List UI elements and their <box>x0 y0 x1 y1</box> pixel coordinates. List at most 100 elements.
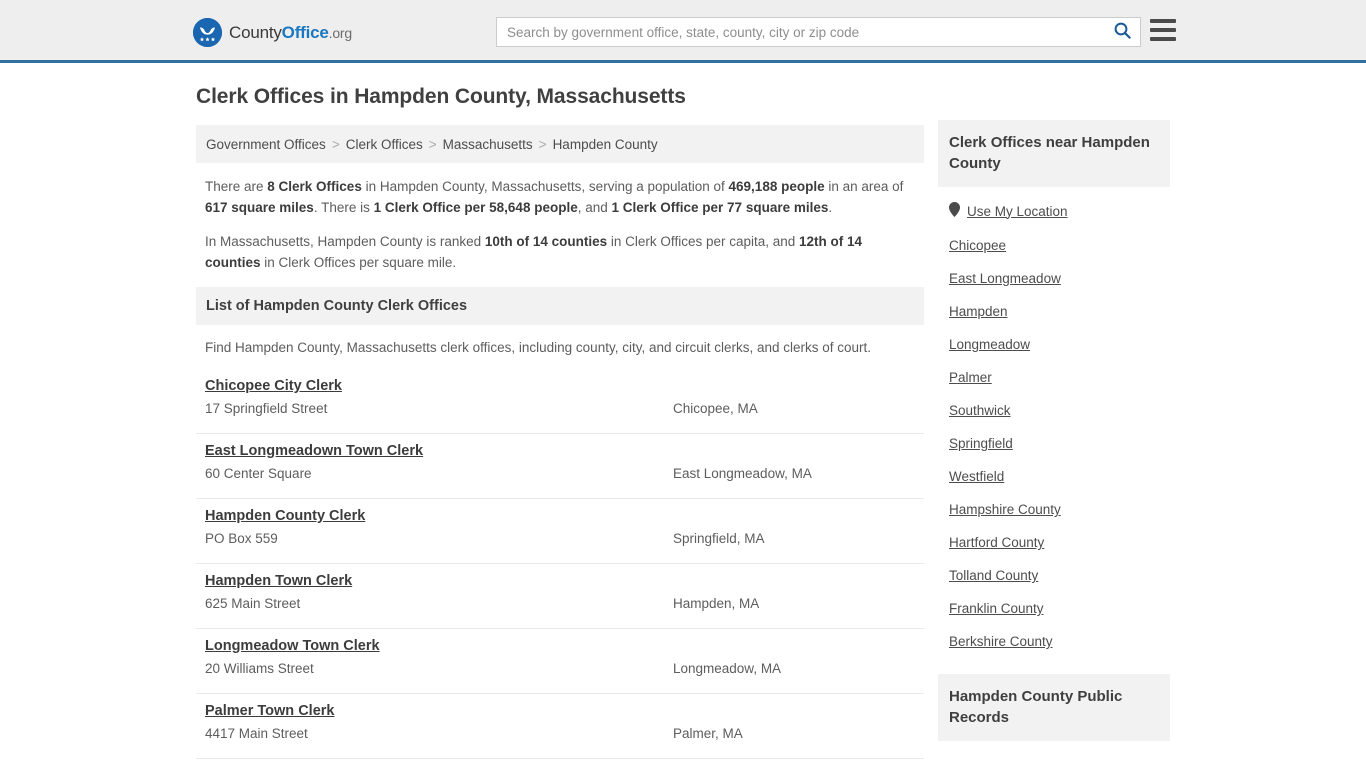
stat-text: in an area of <box>824 179 904 194</box>
public-records-panel-title: Hampden County Public Records <box>949 688 1123 726</box>
logo-text-office: Office <box>281 23 329 42</box>
clerk-office-name-link[interactable]: Chicopee City Clerk <box>205 378 342 394</box>
menu-bar-1 <box>1150 19 1176 23</box>
nearby-offices-panel-header: Clerk Offices near Hampden County <box>938 120 1170 187</box>
list-section-title: List of Hampden County Clerk Offices <box>206 297 468 314</box>
stat-population: 469,188 people <box>728 179 825 194</box>
clerk-office-address: 20 Williams Street <box>205 660 314 676</box>
clerk-office-name-link[interactable]: Hampden County Clerk <box>205 508 365 524</box>
sidebar: Clerk Offices near Hampden County Use My… <box>938 120 1170 757</box>
clerk-office-details: 60 Center Square East Longmeadow, MA <box>205 466 915 481</box>
sidebar-link-longmeadow[interactable]: Longmeadow <box>938 328 1170 361</box>
breadcrumb: Government Offices > Clerk Offices > Mas… <box>196 125 924 163</box>
nearby-links-list: Chicopee East Longmeadow Hampden Longmeadow… <box>938 229 1170 658</box>
stat-per-capita: 1 Clerk Office per 58,648 people <box>373 199 578 215</box>
sidebar-link-tolland-county[interactable]: Tolland County <box>938 559 1170 592</box>
clerk-office-city: Hampden, MA <box>673 595 760 611</box>
eagle-stars-logo-icon <box>193 18 222 47</box>
stat-area: 617 square miles <box>205 199 314 215</box>
stat-per-area: 1 Clerk Office per 77 square miles <box>611 199 829 215</box>
stat-text: There are <box>205 179 268 194</box>
stat-text: In Massachusetts, Hampden County is rank… <box>205 233 485 249</box>
search-button[interactable] <box>1104 18 1140 46</box>
sidebar-link-palmer[interactable]: Palmer <box>938 361 1170 394</box>
clerk-office-list: Chicopee City Clerk 17 Springfield Street… <box>196 369 924 768</box>
clerk-office-address: 17 Springfield Street <box>205 400 328 416</box>
stat-office-count: 8 Clerk Offices <box>267 179 362 194</box>
main-content: Clerk Offices in Hampden County, Massach… <box>196 85 924 768</box>
list-section-description: Find Hampden County, Massachusetts clerk… <box>205 339 872 355</box>
clerk-office-city: Chicopee, MA <box>673 400 758 416</box>
list-section-header: List of Hampden County Clerk Offices <box>196 286 924 325</box>
menu-bar-3 <box>1150 37 1176 41</box>
statistics-paragraph-2: In Massachusetts, Hampden County is rank… <box>205 232 915 274</box>
stat-text: in Clerk Offices per square mile. <box>260 254 457 270</box>
clerk-office-address: 60 Center Square <box>205 465 312 481</box>
sidebar-link-chicopee[interactable]: Chicopee <box>938 229 1170 262</box>
clerk-office-details: 17 Springfield Street Chicopee, MA <box>205 401 915 416</box>
breadcrumb-separator: > <box>538 136 547 152</box>
sidebar-link-southwick[interactable]: Southwick <box>938 394 1170 427</box>
clerk-office-details: 20 Williams Street Longmeadow, MA <box>205 661 915 676</box>
clerk-office-name-link[interactable]: Longmeadow Town Clerk <box>205 638 380 654</box>
clerk-office-city: Longmeadow, MA <box>673 660 782 676</box>
sidebar-link-hampden[interactable]: Hampden <box>938 295 1170 328</box>
clerk-office-row: Chicopee City Clerk 17 Springfield Street… <box>196 369 924 434</box>
clerk-office-row: East Longmeadown Town Clerk 60 Center Squ… <box>196 434 924 499</box>
nearby-offices-panel-title: Clerk Offices near Hampden County <box>949 134 1150 172</box>
page-title: Clerk Offices in Hampden County, Massach… <box>196 85 686 108</box>
breadcrumb-item-hampden-county[interactable]: Hampden County <box>553 137 658 152</box>
sidebar-link-springfield[interactable]: Springfield <box>938 427 1170 460</box>
clerk-office-row: Hampden Town Clerk 625 Main Street Hampden… <box>196 564 924 629</box>
hamburger-menu-icon[interactable] <box>1150 19 1176 41</box>
public-records-panel: Hampden County Public Records <box>938 674 1170 741</box>
public-records-panel-header: Hampden County Public Records <box>938 674 1170 741</box>
search-input[interactable] <box>497 18 1104 46</box>
clerk-office-details: 625 Main Street Hampden, MA <box>205 596 915 611</box>
breadcrumb-separator: > <box>428 136 437 152</box>
stat-text: in Clerk Offices per capita, and <box>607 233 800 249</box>
county-statistics: There are 8 Clerk Offices in Hampden Cou… <box>196 163 924 274</box>
clerk-office-address: 625 Main Street <box>205 595 301 611</box>
stat-text: . There is <box>313 199 374 215</box>
sidebar-link-hampshire-county[interactable]: Hampshire County <box>938 493 1170 526</box>
logo-text: CountyOffice.org <box>229 24 352 41</box>
use-my-location-link[interactable]: Use My Location <box>938 193 1170 229</box>
clerk-office-city: Springfield, MA <box>673 530 765 546</box>
breadcrumb-item-government-offices[interactable]: Government Offices <box>206 137 326 152</box>
sidebar-link-franklin-county[interactable]: Franklin County <box>938 592 1170 625</box>
clerk-office-details: 4417 Main Street Palmer, MA <box>205 726 915 741</box>
breadcrumb-item-massachusetts[interactable]: Massachusetts <box>443 137 533 152</box>
stat-text: , and <box>577 199 612 215</box>
breadcrumb-separator: > <box>331 136 340 152</box>
use-my-location-label: Use My Location <box>967 203 1068 219</box>
clerk-office-row: Hampden County Clerk PO Box 559 Springfiel… <box>196 499 924 564</box>
sidebar-link-berkshire-county[interactable]: Berkshire County <box>938 625 1170 658</box>
map-pin-icon <box>949 202 960 220</box>
clerk-office-row: Southwick Town Clerk <box>196 759 924 768</box>
logo-text-org: .org <box>328 25 353 41</box>
sidebar-link-east-longmeadow[interactable]: East Longmeadow <box>938 262 1170 295</box>
site-header: CountyOffice.org <box>0 0 1366 63</box>
clerk-office-city: East Longmeadow, MA <box>673 465 812 481</box>
search-icon <box>1114 22 1131 42</box>
stat-rank-capita: 10th of 14 counties <box>484 233 608 249</box>
sidebar-link-hartford-county[interactable]: Hartford County <box>938 526 1170 559</box>
statistics-paragraph-1: There are 8 Clerk Offices in Hampden Cou… <box>205 177 915 219</box>
breadcrumb-item-clerk-offices[interactable]: Clerk Offices <box>346 137 423 152</box>
clerk-office-name-link[interactable]: Palmer Town Clerk <box>205 703 334 719</box>
stat-text: . <box>828 199 833 215</box>
clerk-office-name-link[interactable]: East Longmeadown Town Clerk <box>205 443 423 459</box>
site-logo[interactable]: CountyOffice.org <box>193 18 352 47</box>
clerk-office-details: PO Box 559 Springfield, MA <box>205 531 915 546</box>
clerk-office-address: 4417 Main Street <box>205 725 308 741</box>
sidebar-link-westfield[interactable]: Westfield <box>938 460 1170 493</box>
logo-text-county: County <box>229 23 282 42</box>
search-bar[interactable] <box>496 17 1141 47</box>
clerk-office-name-link[interactable]: Hampden Town Clerk <box>205 573 352 589</box>
clerk-office-row: Longmeadow Town Clerk 20 Williams Street L… <box>196 629 924 694</box>
stat-text: in Hampden County, Massachusetts, servin… <box>361 179 729 194</box>
nearby-offices-panel: Clerk Offices near Hampden County Use My… <box>938 120 1170 658</box>
clerk-office-address: PO Box 559 <box>205 530 278 546</box>
menu-bar-2 <box>1150 28 1176 32</box>
